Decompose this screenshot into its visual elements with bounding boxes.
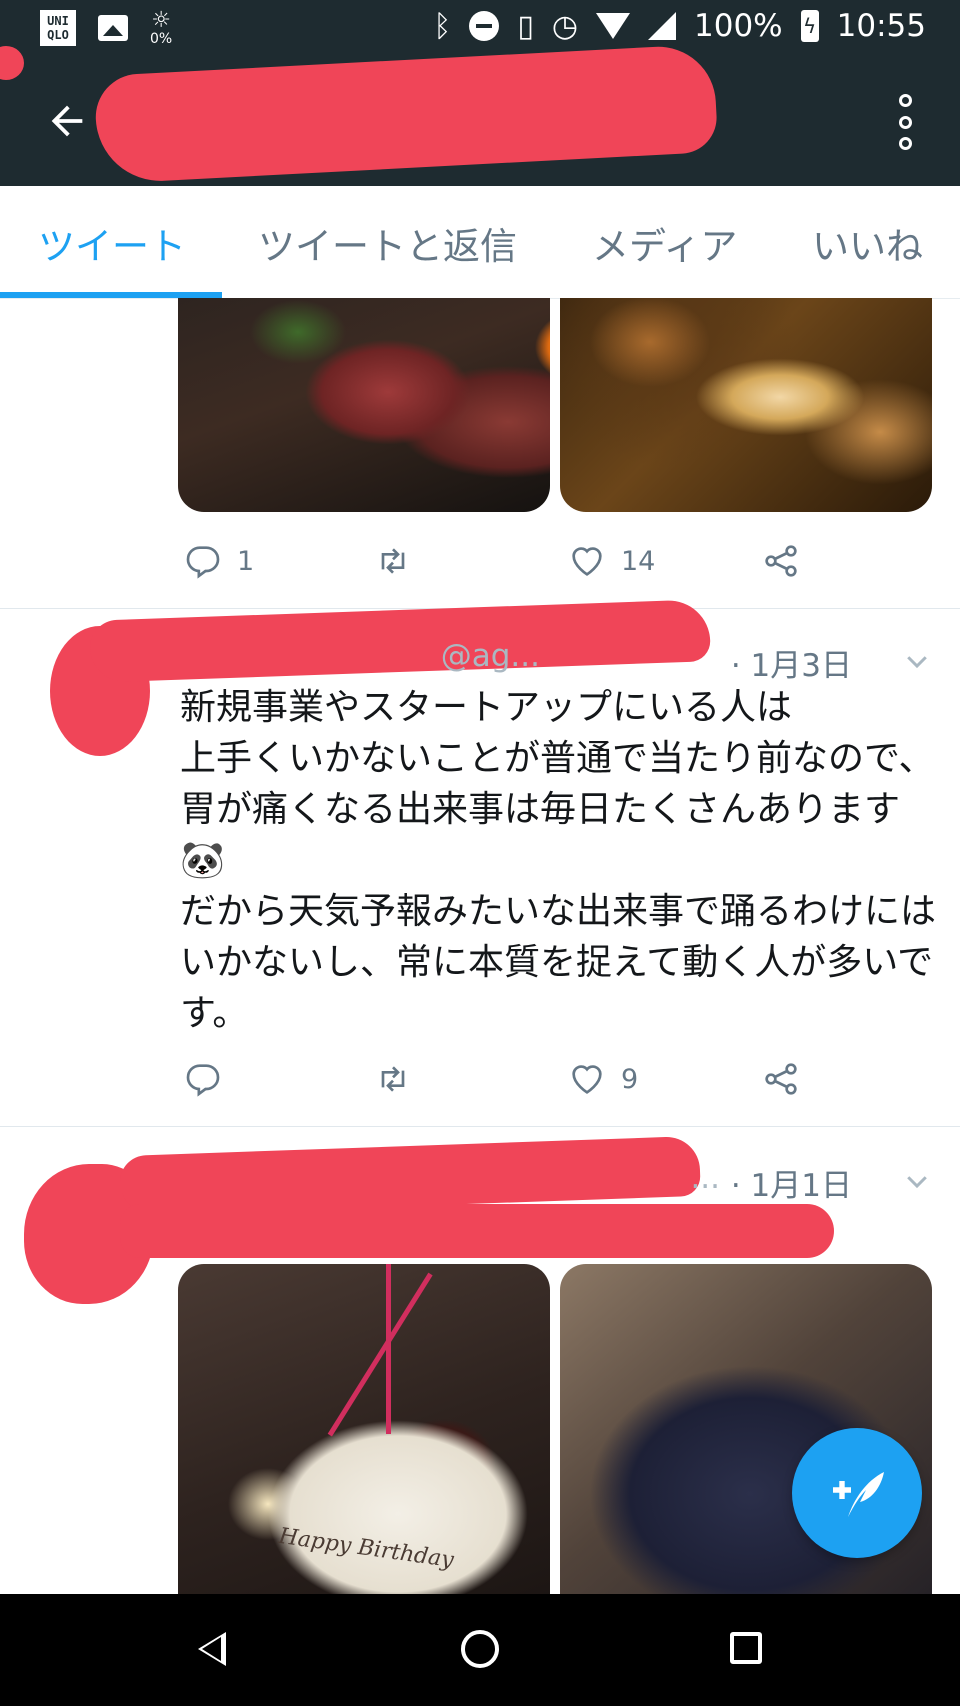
retweet-button[interactable] [373,1054,427,1104]
battery-percent: 100% [694,8,783,44]
signal-icon [648,12,677,40]
reply-icon [186,546,220,579]
like-count: 9 [621,1063,639,1095]
share-icon [765,545,797,577]
reply-count: 1 [237,545,255,577]
reply-icon [186,1064,220,1097]
reply-button[interactable] [183,1054,237,1104]
tab-tweets-and-replies[interactable]: ツイートと返信 [258,216,517,270]
author-handle[interactable]: ... [690,1160,720,1196]
do-not-disturb-icon [469,11,500,41]
arrow-left-icon[interactable] [44,98,90,144]
candle-decoration [386,1264,391,1434]
like-button[interactable]: 9 [567,1054,638,1104]
app-bar [0,43,960,186]
clock: 10:55 [836,8,926,44]
tab-media[interactable]: メディア [592,216,737,270]
nav-home-icon[interactable] [461,1630,499,1668]
weather-icon: ☼ 0% [150,8,173,47]
image-icon [98,15,128,41]
tweet-feed[interactable]: 1 14 @ag... · 1月3日 新規事業やスタートアップにいる人は 上手く… [0,298,960,1594]
retweet-icon [381,1066,405,1092]
retweet-icon [381,548,405,574]
tweet-date[interactable]: · 1月1日 [731,1160,852,1205]
tweet-media-image[interactable] [560,298,932,512]
vibrate-icon: ▯ [517,8,534,44]
status-bar: UNI QLO ☼ 0% ᛒ ▯ ◷ 100% ϟ 10:55 [0,0,960,58]
redacted-profile-name [93,43,719,185]
bluetooth-icon: ᛒ [433,8,452,44]
tweet-media-image[interactable] [178,298,550,512]
tweet-actions: 9 [183,1054,833,1104]
retweet-button[interactable] [373,536,427,586]
share-button[interactable] [761,1054,801,1104]
chevron-down-icon[interactable] [902,1166,932,1196]
profile-tabs: ツイート ツイートと返信 メディア いいね [0,186,960,299]
tab-likes[interactable]: いいね [812,216,923,270]
tweet-divider [0,1126,960,1127]
more-vertical-icon[interactable] [894,94,916,150]
compose-tweet-button[interactable] [792,1428,922,1558]
uniqlo-logo-top: UNI [47,14,69,28]
reply-button[interactable]: 1 [183,536,254,586]
like-count: 14 [621,545,656,577]
author-handle[interactable]: @ag... [441,638,540,674]
tweet-date[interactable]: · 1月3日 [731,640,852,685]
heart-icon [572,1065,602,1094]
redacted-author-name [120,1204,834,1258]
system-navigation-bar [0,1594,960,1706]
share-icon [765,1063,797,1095]
heart-icon [572,547,602,576]
cake-plate-lettering: Happy Birthday [277,1523,456,1574]
like-button[interactable]: 14 [567,536,655,586]
weather-percent: 0% [150,31,173,47]
redacted-author-name [89,599,711,683]
battery-charging-icon: ϟ [800,10,819,42]
compose-tweet-icon [833,1472,884,1517]
nav-back-icon[interactable] [198,1632,226,1666]
uniqlo-icon: UNI QLO [40,10,76,46]
nav-recents-icon[interactable] [730,1632,762,1664]
chevron-down-icon[interactable] [902,646,932,676]
uniqlo-logo-bottom: QLO [47,28,69,42]
tweet-actions: 1 14 [183,536,833,586]
wifi-icon [596,13,631,39]
candle-decoration [327,1272,433,1437]
tweet-text: 新規事業やスタートアップにいる人は 上手くいかないことが普通で当たり前なので、胃… [180,687,937,1034]
tweet-media-image[interactable]: Happy Birthday [178,1264,550,1594]
alarm-icon: ◷ [551,8,579,44]
share-button[interactable] [761,536,801,586]
tab-tweets[interactable]: ツイート [38,216,186,270]
